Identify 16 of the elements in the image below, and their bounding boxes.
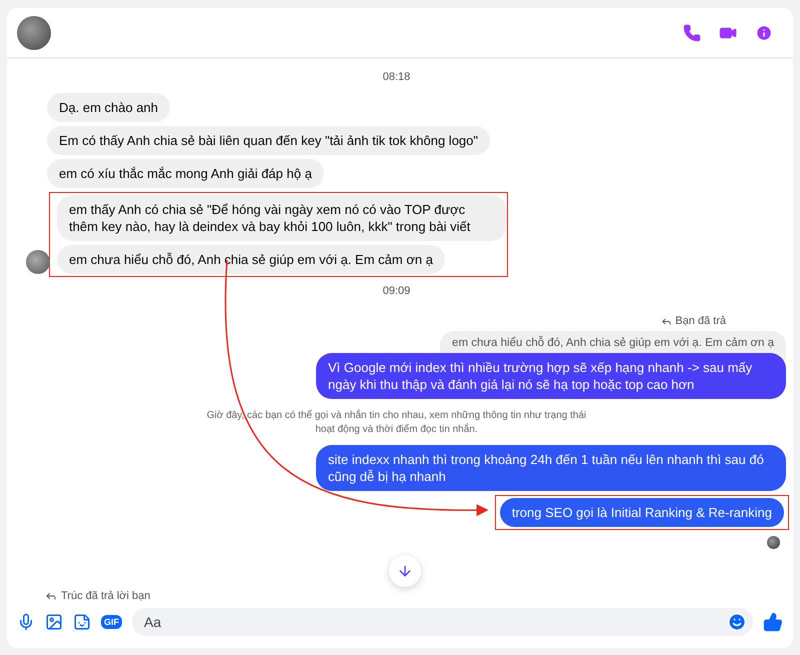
reply-text: Trúc đã trả lời bạn [61,590,150,602]
timestamp: 08:18 [382,70,410,85]
message-bubble: Vì Google mới index thì nhiều trường hợp sẽ xếp hạng nhanh -> sau mấy ngày khi thu thập và đánh giá lại nó sẽ hạ top hoặc top cao hơn [316,353,786,399]
reply-text: Bạn đã trả [675,315,726,327]
message-input[interactable]: Aa [142,613,727,631]
message-field[interactable]: Aa [132,608,753,636]
message-bubble: site indexx nhanh thì trong khoảng 24h đến 1 tuần nếu lên nhanh thì sau đó cũng dễ bị hạ nhanh [316,445,786,491]
message-bubble: em có xíu thắc mắc mong Anh giải đáp hộ ạ [47,159,324,188]
gif-button[interactable]: GIF [101,615,122,629]
message-bubble: trong SEO gọi là Initial Ranking & Re-ranking [500,498,784,527]
timestamp: 09:09 [382,284,410,299]
message-bubble: Em có thấy Anh chia sẻ bài liên quan đến key "tải ảnh tik tok không logo" [47,126,490,155]
message-bubble: em chưa hiểu chỗ đó, Anh chia sẻ giúp em với ạ. Em cảm ơn ạ [57,245,445,274]
message-bubble: em thấy Anh có chia sẻ "Để hóng vài ngày xem nó có vào TOP được thêm key nào, hay là deindex và bay khỏi 100 luôn, kkk" trong bài viết [57,195,507,241]
message-bubble: Dạ. em chào anh [47,93,170,122]
system-notice: Giờ đây, các bạn có thể gọi và nhắn tin cho nhau, xem những thông tin như trạng thái hoạt động và thời điểm đọc tin nhắn. [206,408,586,437]
